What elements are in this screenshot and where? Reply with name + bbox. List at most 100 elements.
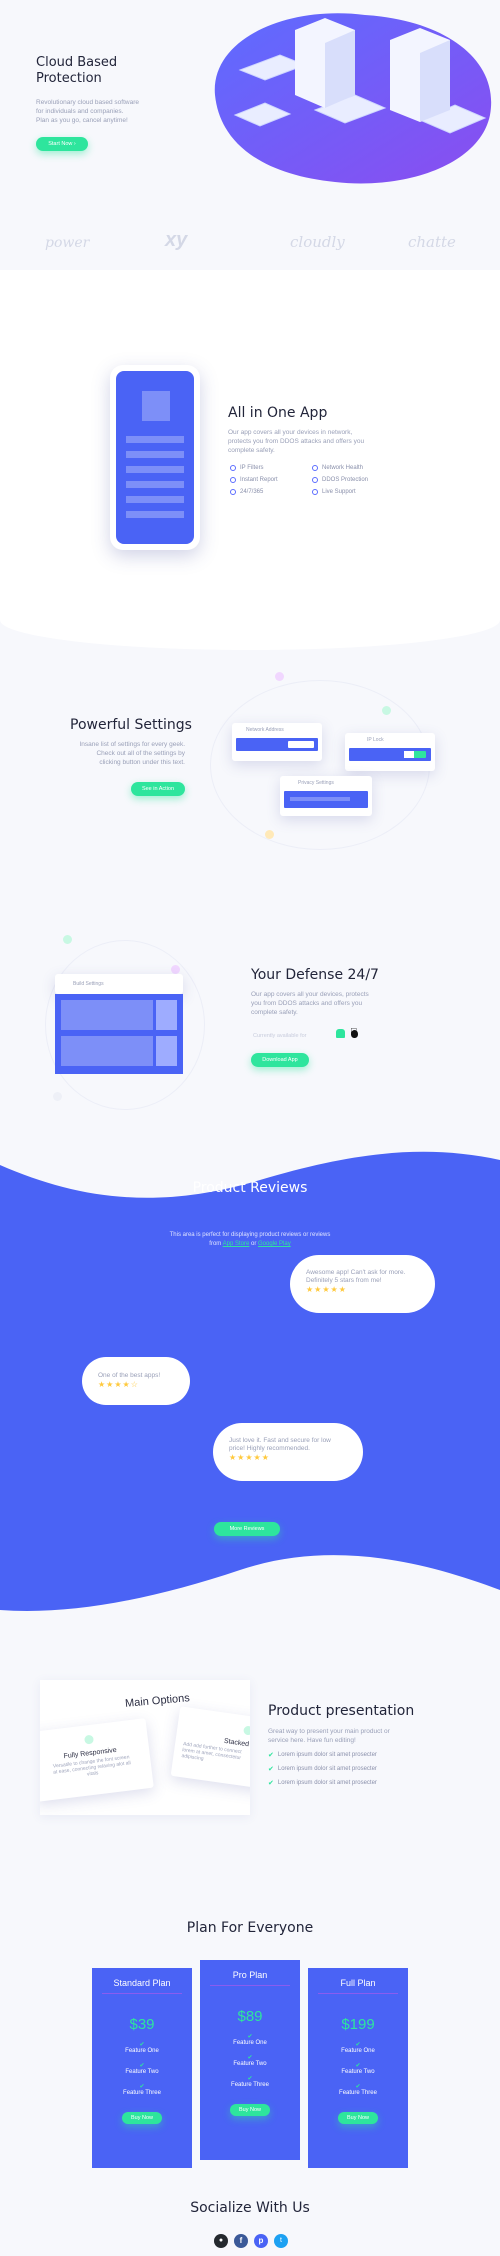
feature-label: 24/7/365 [240,489,264,495]
social-title: Socialize With Us [190,2200,310,2216]
toggle-knob [404,751,414,758]
see-in-action-button[interactable]: See in Action [131,782,185,796]
phone-row [126,451,184,458]
card-bar [236,738,318,751]
plan-feature: Feature Three [231,2082,269,2088]
desc-line: clicking button under this text. [99,759,185,766]
google-play-link[interactable]: Google Play [258,1241,291,1247]
phone-image-placeholder [142,391,170,421]
settings-title: Powerful Settings [70,717,192,733]
review-text: Definitely 5 stars from me! [306,1277,382,1284]
more-reviews-button[interactable]: More Reviews [214,1522,280,1536]
chat-icon [312,489,318,495]
apple-icon-fallback [351,1030,358,1038]
social-icons: ● f p t [214,2234,288,2248]
orbit-dot [265,830,274,839]
bullet-item: ✔ Lorem ipsum dolor sit amet prosecter [268,1779,377,1787]
facebook-icon[interactable]: f [234,2234,248,2248]
desc-line: complete safety. [228,447,275,454]
plan-card-standard: Standard Plan $39 ✔ Feature One ✔ Featur… [92,1968,192,2168]
desc-line: protects you from DDOS attacks and offer… [228,438,365,445]
subtitle-from: from [209,1241,222,1247]
card-bar [284,791,368,808]
hero-title: Cloud Based Protection [36,55,117,87]
feature-ip-filters: IP Filters [230,465,312,471]
plan-price: $199 [341,2016,375,2033]
app-store-link[interactable]: App Store [223,1241,250,1247]
desc-line: complete safety. [251,1009,298,1016]
all-in-one-desc: Our app covers all your devices in netwo… [228,428,364,455]
buy-now-button[interactable]: Buy Now [122,2112,162,2124]
plan-price: $39 [129,2016,155,2033]
orbit-dot [275,672,284,681]
bullet-text: Lorem ipsum dolor sit amet prosecter [277,1766,377,1772]
buy-now-button[interactable]: Buy Now [230,2104,270,2116]
phone-screen [116,371,194,544]
calendar-icon [230,489,236,495]
orbit-dot [171,965,180,974]
bullet-item: ✔ Lorem ipsum dolor sit amet prosecter [268,1751,377,1759]
feature-label: Instant Report [240,477,278,483]
phone-row [126,466,184,473]
review-text: Awesome app! Can't ask for more. [306,1269,406,1276]
hero-illustration [214,13,492,184]
reviews-section: Product Reviews This area is perfect for… [0,1180,500,1560]
hero-desc-line2: for individuals and companies. [36,108,124,115]
twitter-icon[interactable]: t [274,2234,288,2248]
presentation-desc: Great way to present your main product o… [268,1727,390,1745]
check-icon: ✔ [355,2063,361,2069]
check-icon: ✔ [268,1766,274,1773]
reviews-subtitle: This area is perfect for displaying prod… [0,1231,500,1249]
feature-grid: IP Filters Network Health Instant Report… [230,465,390,495]
review-stars: ★★★★★ [229,1453,270,1462]
plan-divider [318,1993,398,1994]
download-app-button[interactable]: Download App [251,1053,309,1067]
bullet-item: ✔ Lorem ipsum dolor sit amet prosecter [268,1765,377,1773]
all-in-one-section: All in One App Our app covers all your d… [0,350,500,560]
review-stars: ★★★★☆ [98,1380,139,1389]
hero-title-line2: Protection [36,71,102,86]
logo-power: power [45,235,90,251]
bullet-text: Lorem ipsum dolor sit amet prosecter [277,1752,377,1758]
android-icon[interactable] [336,1029,345,1038]
network-address-card[interactable]: Network Address [232,723,322,761]
feature-instant-report: Instant Report [230,477,312,483]
hero-desc-line3: Plan as you go, cancel anytime! [36,117,128,124]
ip-lock-card[interactable]: IP Lock [345,733,435,771]
plan-name: Standard Plan [113,1978,171,1988]
phone-row [126,511,184,518]
panel-block [156,1036,177,1066]
hero-desc-line1: Revolutionary cloud based software [36,99,139,106]
plan-feature: Feature One [233,2040,267,2046]
bullet-text: Lorem ipsum dolor sit amet prosecter [277,1780,377,1786]
review-stars: ★★★★★ [306,1285,347,1294]
availability-note: Currently available for [253,1033,307,1039]
input-field[interactable] [288,741,314,748]
subtitle-or: or [251,1241,257,1247]
logo-xy: xy [165,229,188,251]
plan-feature: Feature Two [341,2069,375,2075]
desc-line: Our app covers all your devices, protect… [251,991,369,998]
start-now-button[interactable]: Start Now › [36,137,88,151]
subtitle-line: This area is perfect for displaying prod… [169,1232,331,1238]
review-bubble: One of the best apps! ★★★★☆ [82,1357,190,1405]
hero-title-line1: Cloud Based [36,55,118,70]
plan-feature: Feature One [341,2048,375,2054]
check-icon: ✔ [247,2055,253,2061]
pinterest-icon[interactable]: p [254,2234,268,2248]
arrow-right-icon: › [73,141,76,147]
plan-price: $89 [237,2008,263,2025]
review-text: price! Highly recommended. [229,1445,310,1452]
feature-network-health: Network Health [312,465,394,471]
github-icon[interactable]: ● [214,2234,228,2248]
privacy-settings-card[interactable]: Privacy Settings [280,776,372,816]
card-bar [349,748,431,761]
check-icon: ✔ [247,2034,253,2040]
feature-label: IP Filters [240,465,264,471]
desc-line: you from DDOS attacks and offers you [251,1000,363,1007]
hero-description: Revolutionary cloud based software for i… [36,98,139,125]
review-bubble: Just love it. Fast and secure for low pr… [213,1423,363,1481]
feature-label: Live Support [322,489,356,495]
heart-icon [312,465,318,471]
buy-now-button[interactable]: Buy Now [338,2112,378,2124]
